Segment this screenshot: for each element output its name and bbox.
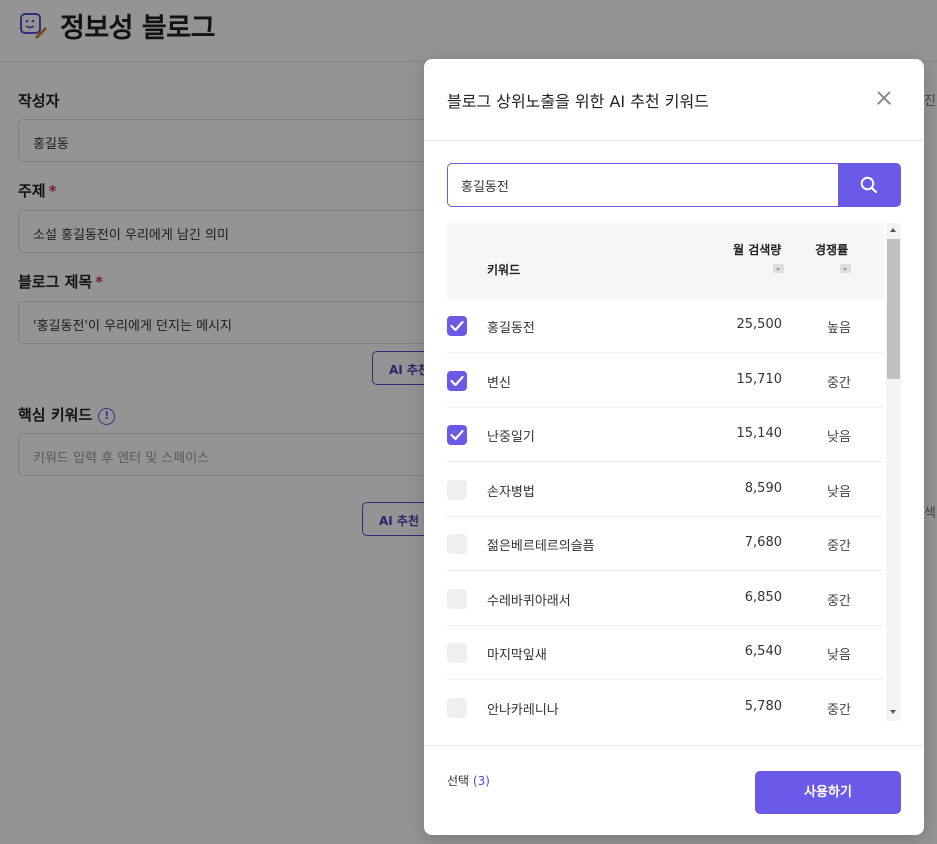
row-volume: 6,540 (744, 644, 782, 659)
row-volume: 5,780 (744, 698, 782, 714)
row-keyword: 안나카레니나 (487, 702, 559, 718)
row-competition: 낮음 (827, 648, 851, 663)
table-row[interactable]: 변신 15,710 중간 (447, 354, 884, 408)
search-icon (860, 176, 878, 194)
modal-title: 블로그 상위노출을 위한 AI 추천 키워드 (447, 92, 709, 111)
close-icon[interactable] (872, 87, 896, 111)
row-competition: 높음 (827, 321, 851, 336)
row-checkbox[interactable] (447, 479, 467, 500)
scroll-up-icon[interactable] (890, 228, 896, 232)
modal-header: 블로그 상위노출을 위한 AI 추천 키워드 (424, 59, 924, 141)
row-keyword: 난중일기 (487, 430, 535, 445)
row-competition: 중간 (827, 593, 851, 609)
table-scrollbar[interactable] (886, 223, 901, 721)
keyword-table: 키워드 월 검색량 경쟁률 홍길동전 25,500 높음 변신 15,710 중간 난중일기… (447, 223, 901, 721)
selected-count: 선택 (3) (447, 774, 490, 788)
column-competition[interactable]: 경쟁률 (815, 241, 848, 258)
table-row[interactable]: 젊은베르테르의슬픔 7,680 중간 (447, 517, 884, 571)
check-icon (450, 320, 464, 332)
sort-icon[interactable] (773, 264, 784, 273)
table-row[interactable]: 손자병법 8,590 낮음 (447, 463, 884, 517)
row-checkbox[interactable] (447, 425, 467, 445)
keyword-recommend-modal: 블로그 상위노출을 위한 AI 추천 키워드 키워드 월 검색량 경쟁률 홍길동… (424, 59, 924, 835)
scroll-thumb[interactable] (887, 239, 900, 379)
row-checkbox[interactable] (447, 316, 467, 336)
use-button[interactable]: 사용하기 (755, 771, 901, 814)
keyword-search (447, 163, 901, 207)
table-row[interactable]: 안나카레니나 5,780 중간 (447, 681, 884, 722)
row-volume: 6,850 (744, 589, 782, 605)
table-row[interactable]: 홍길동전 25,500 높음 (447, 299, 884, 353)
search-button[interactable] (838, 163, 901, 207)
check-icon (450, 429, 464, 441)
row-keyword: 변신 (487, 375, 511, 391)
row-competition: 낮음 (827, 430, 851, 445)
row-keyword: 손자병법 (487, 484, 535, 500)
row-volume: 25,500 (736, 317, 783, 332)
table-row[interactable]: 난중일기 15,140 낮음 (447, 408, 884, 462)
column-volume[interactable]: 월 검색량 (733, 241, 781, 258)
row-checkbox[interactable] (447, 588, 467, 609)
keyword-search-input[interactable] (447, 163, 839, 207)
row-keyword: 홍길동전 (487, 321, 535, 336)
row-volume: 15,710 (736, 371, 783, 387)
row-competition: 중간 (827, 375, 851, 391)
row-keyword: 수레바퀴아래서 (487, 593, 571, 609)
row-volume: 15,140 (736, 426, 783, 441)
table-row[interactable]: 수레바퀴아래서 6,850 중간 (447, 572, 884, 626)
row-competition: 중간 (827, 702, 851, 718)
row-volume: 8,590 (744, 480, 782, 496)
modal-footer: 선택 (3) 사용하기 (424, 745, 924, 835)
row-checkbox[interactable] (447, 697, 467, 718)
row-checkbox[interactable] (447, 643, 467, 663)
row-competition: 낮음 (827, 484, 851, 500)
row-checkbox[interactable] (447, 370, 467, 391)
row-competition: 중간 (827, 539, 851, 554)
row-keyword: 마지막잎새 (487, 648, 547, 663)
column-keyword: 키워드 (487, 263, 521, 277)
row-checkbox[interactable] (447, 534, 467, 554)
scroll-down-icon[interactable] (890, 710, 896, 714)
sort-icon[interactable] (840, 264, 851, 273)
check-icon (450, 375, 464, 386)
table-header: 키워드 월 검색량 경쟁률 (447, 223, 884, 299)
row-keyword: 젊은베르테르의슬픔 (487, 539, 595, 554)
table-row[interactable]: 마지막잎새 6,540 낮음 (447, 626, 884, 680)
row-volume: 7,680 (744, 535, 782, 550)
